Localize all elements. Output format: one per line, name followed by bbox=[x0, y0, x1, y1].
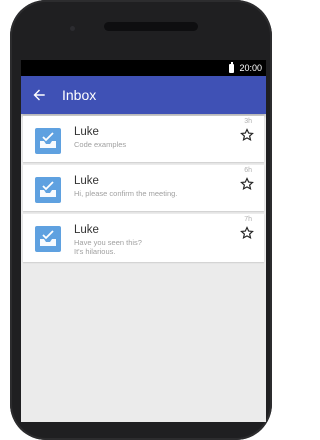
message-preview: Code examples bbox=[74, 140, 127, 149]
front-camera bbox=[70, 26, 75, 31]
app-bar: Inbox bbox=[21, 76, 266, 114]
screen: 20:00 Inbox 3h Luke Code examples 6h Luk… bbox=[21, 60, 266, 422]
message-list: 3h Luke Code examples 6h Luke Hi, please… bbox=[21, 114, 266, 267]
star-outline-icon[interactable] bbox=[240, 128, 254, 142]
message-preview: Have you seen this? It's hilarious. bbox=[74, 238, 142, 256]
message-time: 3h bbox=[244, 118, 252, 125]
page-title: Inbox bbox=[62, 87, 97, 103]
back-button[interactable] bbox=[29, 85, 49, 105]
message-time: 6h bbox=[244, 167, 252, 174]
star-outline-icon[interactable] bbox=[240, 226, 254, 240]
star-outline-icon[interactable] bbox=[240, 177, 254, 191]
message-sender: Luke bbox=[74, 126, 99, 138]
message-time: 7h bbox=[244, 216, 252, 223]
message-sender: Luke bbox=[74, 175, 99, 187]
battery-icon bbox=[229, 61, 235, 73]
arrow-left-icon bbox=[33, 89, 45, 101]
message-item[interactable]: 3h Luke Code examples bbox=[23, 116, 264, 162]
message-sender: Luke bbox=[74, 224, 99, 236]
message-item[interactable]: 7h Luke Have you seen this? It's hilario… bbox=[23, 214, 264, 262]
inbox-check-icon bbox=[35, 226, 61, 252]
message-item[interactable]: 6h Luke Hi, please confirm the meeting. bbox=[23, 165, 264, 211]
inbox-check-icon bbox=[35, 128, 61, 154]
status-bar: 20:00 bbox=[21, 60, 266, 76]
message-preview: Hi, please confirm the meeting. bbox=[74, 189, 178, 198]
earpiece-speaker bbox=[104, 22, 198, 31]
inbox-check-icon bbox=[35, 177, 61, 203]
status-time: 20:00 bbox=[239, 63, 262, 73]
